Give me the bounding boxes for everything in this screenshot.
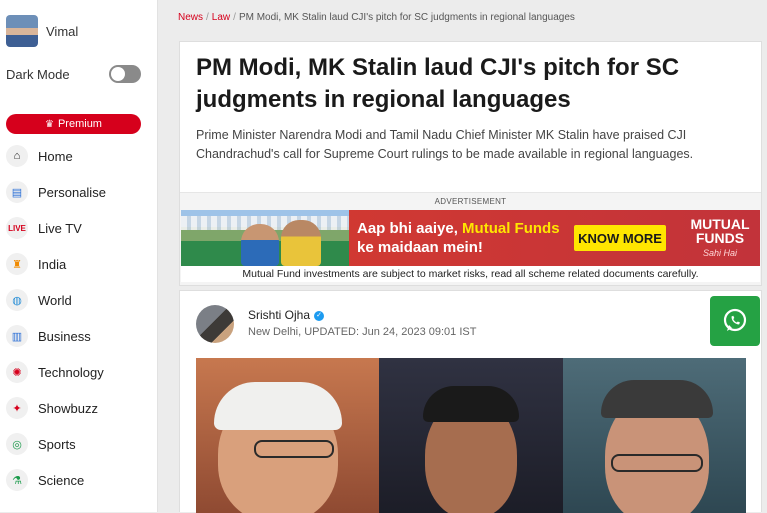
advertisement-label: ADVERTISEMENT [434, 197, 507, 206]
sidebar-item-business[interactable]: ▥ Business [0, 318, 157, 354]
showbuzz-icon: ✦ [6, 397, 28, 419]
business-icon: ▥ [6, 325, 28, 347]
sidebar-item-label: Personalise [38, 184, 106, 200]
sidebar-menu: ⌂ Home ▤ Personalise LIVE Live TV ♜ Indi… [0, 138, 157, 498]
dark-mode-label: Dark Mode [6, 66, 70, 82]
author-name-row[interactable]: Srishti Ojha ✓ [248, 308, 325, 322]
breadcrumb-separator: / [206, 12, 209, 23]
sidebar-item-label: World [38, 292, 72, 308]
advertisement-area: ADVERTISEMENT Aap bhi aaiye, Mutual Fund… [180, 192, 761, 285]
home-icon: ⌂ [6, 145, 28, 167]
sidebar: Vimal Dark Mode ♛ Premium ⌂ Home ▤ Perso… [0, 0, 158, 512]
ad-line1-highlight: Mutual Funds [462, 220, 560, 237]
breadcrumb-current: PM Modi, MK Stalin laud CJI's pitch for … [238, 12, 575, 23]
article-dateline: New Delhi, UPDATED: Jun 24, 2023 09:01 I… [248, 326, 477, 338]
whatsapp-share-button[interactable] [710, 296, 760, 346]
article-header-card: PM Modi, MK Stalin laud CJI's pitch for … [179, 41, 762, 286]
personalise-icon: ▤ [6, 181, 28, 203]
sidebar-item-showbuzz[interactable]: ✦ Showbuzz [0, 390, 157, 426]
breadcrumb: News / Law / PM Modi, MK Stalin laud CJI's p… [178, 12, 575, 23]
sidebar-item-label: Business [38, 328, 91, 344]
premium-label: Premium [57, 118, 102, 130]
hero-image-panel [562, 358, 746, 513]
sidebar-item-label: Science [38, 472, 85, 488]
sidebar-item-india[interactable]: ♜ India [0, 246, 157, 282]
ad-banner[interactable]: Aap bhi aaiye, Mutual Funds ke maidaan m… [181, 210, 760, 266]
ad-banner-text: Aap bhi aaiye, Mutual Funds ke maidaan m… [357, 219, 560, 257]
world-icon: ◍ [6, 289, 28, 311]
sports-icon: ◎ [6, 433, 28, 455]
article-summary: Prime Minister Narendra Modi and Tamil N… [196, 128, 694, 161]
article-hero-image [196, 358, 746, 513]
ad-brand-tag: Sahi Hai [702, 248, 738, 258]
sidebar-item-label: Showbuzz [38, 400, 98, 416]
whatsapp-icon [723, 308, 747, 332]
article-body-card: Srishti Ojha ✓ New Delhi, UPDATED: Jun 24… [179, 290, 762, 513]
author-name[interactable]: Srishti Ojha [248, 308, 310, 322]
ad-brand-line2: FUNDS [695, 230, 745, 246]
verified-icon: ✓ [314, 310, 325, 321]
sidebar-item-personalise[interactable]: ▤ Personalise [0, 174, 157, 210]
premium-button[interactable]: ♛ Premium [6, 114, 141, 134]
sidebar-item-science[interactable]: ⚗ Science [0, 462, 157, 498]
breadcrumb-separator: / [233, 12, 236, 23]
sidebar-item-label: Live TV [38, 220, 82, 236]
ad-know-more-button[interactable]: KNOW MORE [574, 225, 666, 251]
ad-line1-lead: Aap bhi aaiye, [357, 220, 463, 237]
sidebar-item-label: India [38, 256, 67, 272]
sidebar-item-home[interactable]: ⌂ Home [0, 138, 157, 174]
author-avatar[interactable] [196, 305, 234, 343]
profile[interactable]: Vimal [0, 0, 157, 52]
sidebar-item-label: Sports [38, 436, 76, 452]
science-icon: ⚗ [6, 469, 28, 491]
ad-disclaimer: Mutual Fund investments are subject to m… [181, 266, 760, 282]
dark-mode-row: Dark Mode [0, 54, 157, 94]
sidebar-item-label: Home [38, 148, 73, 164]
main-content: News / Law / PM Modi, MK Stalin laud CJI's p… [158, 0, 767, 513]
live-tv-icon: LIVE [6, 217, 28, 239]
india-icon: ♜ [6, 253, 28, 275]
dark-mode-toggle[interactable] [109, 65, 141, 83]
profile-name[interactable]: Vimal [46, 24, 78, 39]
breadcrumb-law[interactable]: Law [212, 12, 230, 23]
ad-line2: ke maidaan mein! [357, 239, 483, 256]
ad-brand-logo: MUTUAL FUNDS Sahi Hai [684, 217, 756, 260]
profile-avatar[interactable] [6, 15, 38, 47]
ad-banner-photo [181, 210, 349, 266]
technology-icon: ✺ [6, 361, 28, 383]
crown-icon: ♛ [45, 118, 54, 130]
sidebar-item-label: Technology [38, 364, 104, 380]
sidebar-item-technology[interactable]: ✺ Technology [0, 354, 157, 390]
hero-image-panel [196, 358, 380, 513]
article-headline: PM Modi, MK Stalin laud CJI's pitch for … [196, 54, 680, 113]
hero-image-panel [379, 358, 563, 513]
sidebar-item-sports[interactable]: ◎ Sports [0, 426, 157, 462]
sidebar-item-live-tv[interactable]: LIVE Live TV [0, 210, 157, 246]
breadcrumb-news[interactable]: News [178, 12, 203, 23]
sidebar-item-world[interactable]: ◍ World [0, 282, 157, 318]
